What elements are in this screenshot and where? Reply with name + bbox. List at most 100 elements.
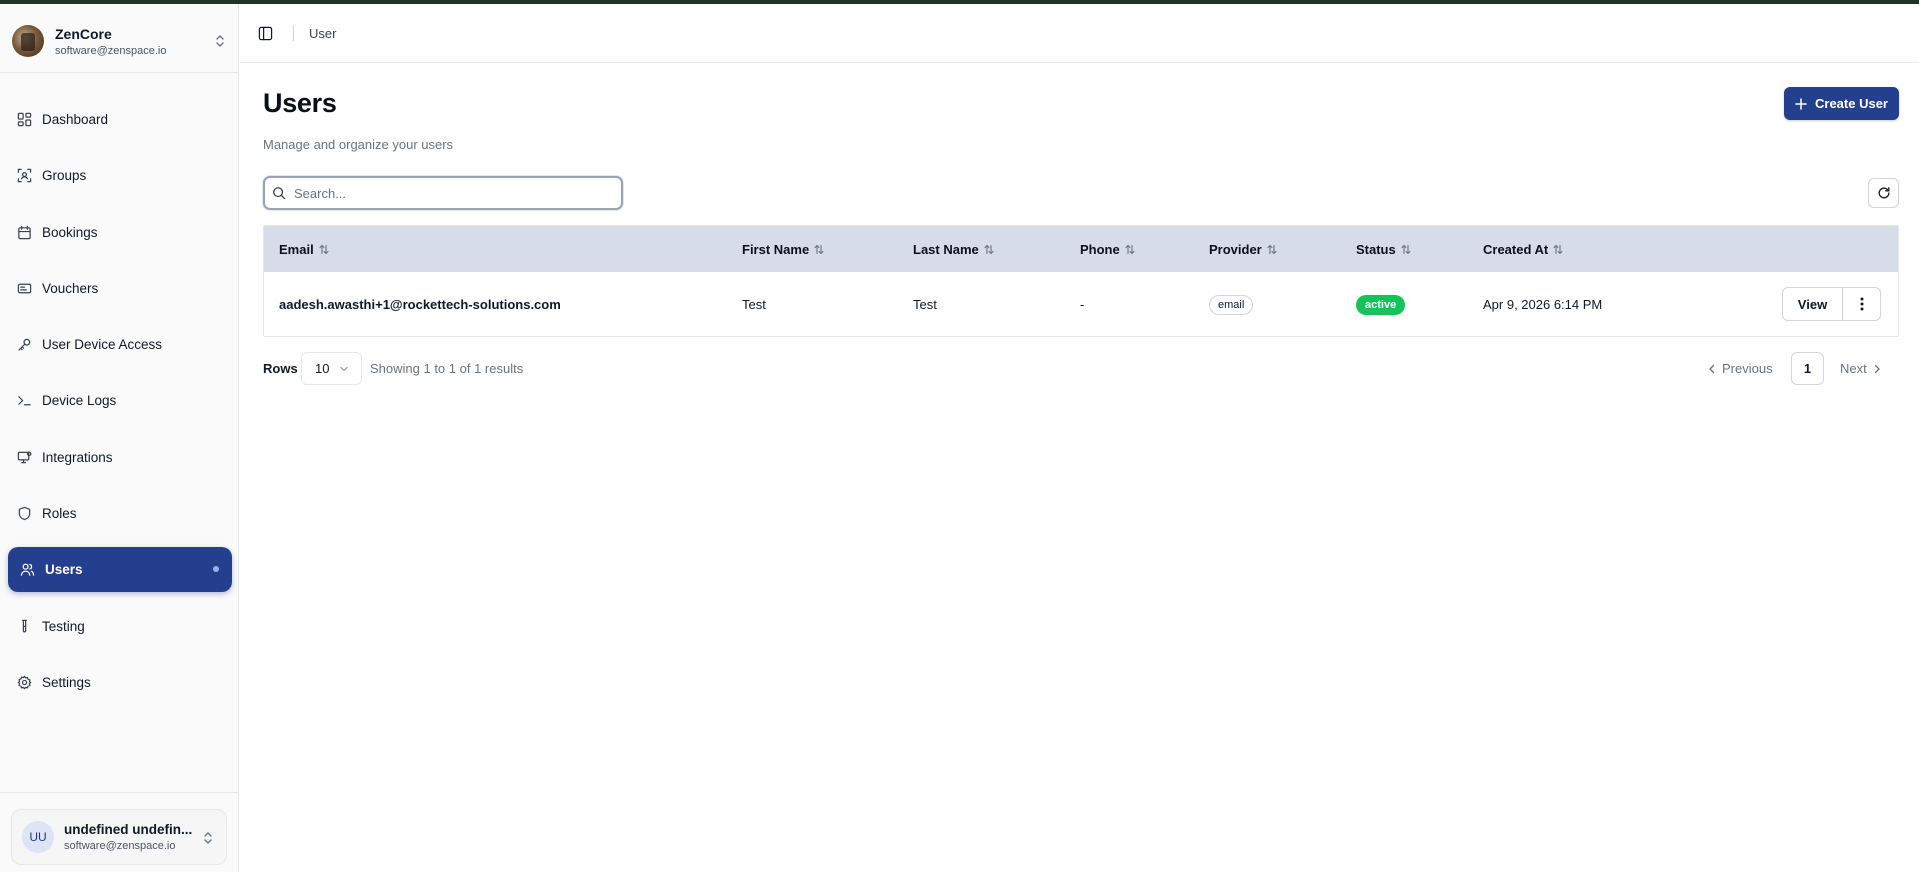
rows-label: Rows (263, 361, 298, 376)
cell-email: aadesh.awasthi+1@rockettech-solutions.co… (279, 297, 561, 312)
sidebar-item-device-logs[interactable]: Device Logs (8, 378, 232, 423)
users-table: Email First Name Last Name Phone Provide… (263, 225, 1899, 337)
users-icon (19, 562, 35, 578)
sidebar-item-label: Roles (42, 506, 77, 522)
sort-icon (1267, 244, 1277, 255)
avatar: UU (22, 821, 54, 853)
column-header-status[interactable]: Status (1356, 226, 1411, 272)
sidebar-item-label: Bookings (42, 224, 98, 240)
sort-icon (1401, 244, 1411, 255)
user-email: software@zenspace.io (64, 840, 176, 852)
shield-icon (16, 506, 32, 522)
previous-label: Previous (1722, 361, 1773, 376)
header-divider (293, 25, 294, 41)
dashboard-icon (16, 112, 32, 128)
monitor-icon (16, 449, 32, 465)
create-user-button[interactable]: Create User (1784, 87, 1899, 120)
sort-icon (814, 244, 824, 255)
sidebar-divider (0, 792, 239, 793)
next-page-button[interactable]: Next (1840, 361, 1881, 376)
sidebar-item-users[interactable]: Users (8, 547, 232, 593)
column-header-email[interactable]: Email (279, 226, 329, 272)
column-label: Last Name (913, 241, 979, 257)
sidebar-item-label: Testing (42, 618, 85, 634)
previous-page-button[interactable]: Previous (1708, 361, 1773, 376)
active-indicator-dot (213, 566, 219, 573)
sort-icon (1553, 244, 1563, 255)
row-actions-button[interactable] (1842, 287, 1881, 321)
sidebar: ZenCore software@zenspace.io Dashboard G… (0, 4, 239, 872)
top-header: User (240, 4, 1919, 63)
page-subtitle: Manage and organize your users (263, 137, 454, 152)
sidebar-item-label: User Device Access (42, 337, 163, 353)
sidebar-item-testing[interactable]: Testing (8, 604, 232, 649)
page-title: Users (263, 88, 337, 118)
table-row[interactable]: aadesh.awasthi+1@rockettech-solutions.co… (264, 272, 1898, 336)
sidebar-item-label: Device Logs (42, 393, 117, 409)
column-label: Provider (1209, 241, 1262, 257)
search-box[interactable] (263, 176, 623, 210)
plus-icon (1795, 97, 1807, 110)
column-header-created-at[interactable]: Created At (1483, 226, 1563, 272)
sidebar-nav: Dashboard Groups Bookings Vouchers User … (8, 97, 232, 716)
test-tube-icon (16, 618, 32, 634)
cell-first-name: Test (742, 297, 766, 312)
column-label: Status (1356, 241, 1396, 257)
cell-provider: email (1209, 272, 1254, 336)
rows-per-page-select[interactable]: 10 (301, 352, 362, 385)
user-menu[interactable]: UU undefined undefin... software@zenspac… (11, 809, 227, 865)
org-avatar (12, 25, 44, 57)
sort-icon (984, 244, 994, 255)
chevron-left-icon (1708, 364, 1716, 374)
table-header: Email First Name Last Name Phone Provide… (264, 226, 1898, 272)
view-button[interactable]: View (1782, 287, 1843, 321)
column-label: First Name (742, 241, 810, 257)
provider-badge: email (1209, 294, 1254, 315)
column-header-provider[interactable]: Provider (1209, 226, 1277, 272)
sidebar-item-user-device-access[interactable]: User Device Access (8, 322, 232, 367)
user-name: undefined undefin... (64, 822, 193, 837)
sidebar-item-bookings[interactable]: Bookings (8, 210, 232, 255)
column-label: Email (279, 241, 314, 257)
column-header-first-name[interactable]: First Name (742, 226, 824, 272)
sidebar-item-integrations[interactable]: Integrations (8, 435, 232, 480)
column-label: Created At (1483, 241, 1549, 257)
refresh-icon (1877, 186, 1891, 200)
chevron-right-icon (1873, 364, 1881, 374)
chevrons-up-down-icon[interactable] (212, 32, 228, 50)
org-email: software@zenspace.io (55, 44, 167, 57)
gear-icon (16, 674, 32, 690)
breadcrumb[interactable]: User (309, 26, 336, 41)
sidebar-item-label: Integrations (42, 449, 113, 465)
sidebar-item-label: Dashboard (42, 112, 109, 127)
cell-phone: - (1080, 297, 1085, 312)
refresh-button[interactable] (1868, 178, 1899, 208)
column-header-phone[interactable]: Phone (1080, 226, 1135, 272)
sidebar-item-label: Settings (42, 674, 91, 690)
calendar-icon (16, 224, 32, 240)
sort-icon (319, 244, 329, 255)
sidebar-item-label: Vouchers (42, 280, 99, 296)
org-switcher[interactable]: ZenCore software@zenspace.io (12, 20, 228, 62)
status-badge: active (1356, 294, 1406, 315)
column-header-last-name[interactable]: Last Name (913, 226, 994, 272)
cell-status: active (1356, 272, 1406, 336)
sidebar-item-vouchers[interactable]: Vouchers (8, 266, 232, 311)
key-icon (16, 337, 32, 353)
org-name: ZenCore (55, 25, 112, 42)
chevron-down-icon (339, 364, 349, 374)
search-input[interactable] (294, 185, 594, 201)
sidebar-toggle-icon[interactable] (256, 24, 274, 42)
sidebar-item-groups[interactable]: Groups (8, 153, 232, 198)
sidebar-item-roles[interactable]: Roles (8, 491, 232, 536)
page-number-button[interactable]: 1 (1791, 352, 1824, 385)
terminal-icon (16, 393, 32, 409)
results-summary: Showing 1 to 1 of 1 results (370, 361, 524, 376)
sidebar-item-settings[interactable]: Settings (8, 660, 232, 705)
chevrons-up-down-icon[interactable] (200, 829, 216, 847)
sidebar-item-label: Users (45, 562, 83, 578)
rows-per-page-value: 10 (315, 361, 330, 376)
groups-icon (16, 168, 32, 184)
sidebar-item-dashboard[interactable]: Dashboard (8, 97, 232, 142)
search-icon (272, 186, 286, 200)
